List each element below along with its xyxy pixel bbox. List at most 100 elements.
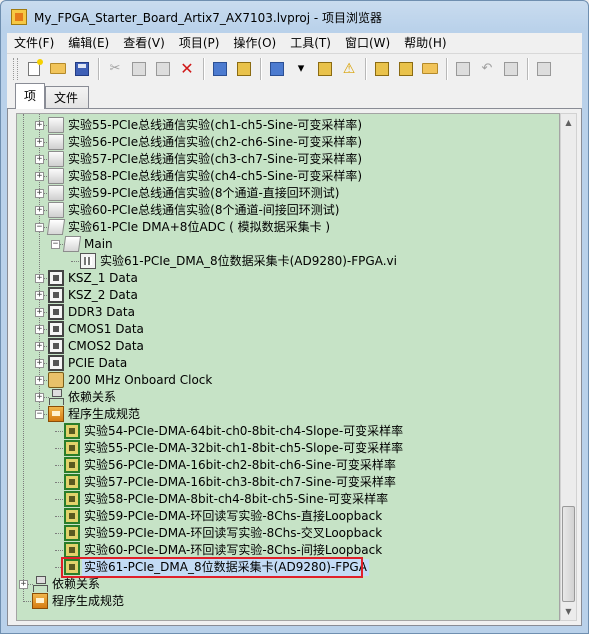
expand-plus-icon[interactable]: + (35, 189, 44, 198)
menu-help[interactable]: 帮助(H) (397, 33, 453, 53)
tree-item-label: 实验55-PCIe-DMA-32bit-ch1-8bit-ch5-Slope-可… (84, 441, 404, 455)
toolbar: ✂ ✕ ▾ ⚠ ↶ (7, 53, 582, 83)
vertical-scrollbar[interactable]: ▲ ▼ (560, 113, 577, 621)
tree-item[interactable]: + DDR3 Data (17, 304, 557, 321)
menu-view[interactable]: 查看(V) (116, 33, 172, 53)
menu-file[interactable]: 文件(F) (7, 33, 61, 53)
menu-window[interactable]: 窗口(W) (338, 33, 397, 53)
tree-item[interactable]: 实验58-PCIe-DMA-8bit-ch4-8bit-ch5-Sine-可变采… (17, 491, 557, 508)
tree-item[interactable]: 实验59-PCIe-DMA-环回读写实验-8Chs-交叉Loopback (17, 525, 557, 542)
chip-icon (48, 287, 64, 303)
open-button[interactable] (48, 59, 68, 79)
collapse-all-button[interactable] (396, 59, 416, 79)
collapse-minus-icon[interactable]: − (51, 240, 60, 249)
add-target-button[interactable] (534, 59, 554, 79)
menu-bar: 文件(F) 编辑(E) 查看(V) 项目(P) 操作(O) 工具(T) 窗口(W… (7, 33, 582, 53)
tree-item[interactable]: 实验59-PCIe-DMA-环回读写实验-8Chs-直接Loopback (17, 508, 557, 525)
tree-item[interactable]: 实验61-PCIe_DMA_8位数据采集卡(AD9280)-FPGA.vi (17, 253, 557, 270)
tree-item-label: KSZ_1 Data (68, 271, 138, 285)
copy-button[interactable] (129, 59, 149, 79)
tree-item[interactable]: − 实验61-PCIe DMA+8位ADC ( 模拟数据采集卡 ) (17, 219, 557, 236)
cut-button[interactable]: ✂ (105, 59, 125, 79)
chip-icon (48, 304, 64, 320)
tree-item[interactable]: 实验55-PCIe-DMA-32bit-ch1-8bit-ch5-Slope-可… (17, 440, 557, 457)
expand-plus-icon[interactable]: + (35, 359, 44, 368)
title-bar[interactable]: My_FPGA_Starter_Board_Artix7_AX7103.lvpr… (1, 1, 588, 33)
new-button[interactable] (24, 58, 44, 79)
bitfile-icon (64, 525, 80, 541)
deploy-button[interactable] (210, 59, 230, 79)
save-all-button[interactable] (72, 59, 92, 79)
expand-plus-icon[interactable]: + (19, 580, 28, 589)
expand-all-button[interactable] (372, 59, 392, 79)
tree-item[interactable]: + 实验55-PCIe总线通信实验(ch1-ch5-Sine-可变采样率) (17, 117, 557, 134)
expand-plus-icon[interactable]: + (35, 206, 44, 215)
folder-icon (48, 168, 64, 184)
tree-item[interactable]: + 实验57-PCIe总线通信实验(ch3-ch7-Sine-可变采样率) (17, 151, 557, 168)
menu-tools[interactable]: 工具(T) (283, 33, 338, 53)
tree-item[interactable]: 实验57-PCIe-DMA-16bit-ch3-8bit-ch7-Sine-可变… (17, 474, 557, 491)
chevron-down-button[interactable]: ▾ (291, 59, 311, 79)
sync-button[interactable] (420, 59, 440, 79)
tree-item[interactable]: 实验54-PCIe-DMA-64bit-ch0-8bit-ch4-Slope-可… (17, 423, 557, 440)
tree-item[interactable]: + 实验59-PCIe总线通信实验(8个通道-直接回环测试) (17, 185, 557, 202)
project-tree[interactable]: + 实验55-PCIe总线通信实验(ch1-ch5-Sine-可变采样率) + 实验5… (16, 113, 560, 621)
tree-item[interactable]: 实验56-PCIe-DMA-16bit-ch2-8bit-ch6-Sine-可变… (17, 457, 557, 474)
expand-plus-icon[interactable]: + (35, 172, 44, 181)
scroll-down-arrow-icon[interactable]: ▼ (561, 603, 576, 620)
tree-item[interactable]: + PCIE Data (17, 355, 557, 372)
tree-item[interactable]: + 实验60-PCIe总线通信实验(8个通道-间接回环测试) (17, 202, 557, 219)
remove-button[interactable] (501, 59, 521, 79)
scrollbar-thumb[interactable] (562, 506, 575, 602)
expand-plus-icon[interactable]: + (35, 393, 44, 402)
menu-edit[interactable]: 编辑(E) (61, 33, 116, 53)
folder-icon (48, 151, 64, 167)
warning-button[interactable]: ⚠ (339, 59, 359, 79)
add-file-icon (456, 61, 470, 76)
properties-icon (318, 61, 332, 76)
folder-icon (48, 202, 64, 218)
expand-plus-icon[interactable]: + (35, 308, 44, 317)
paste-button[interactable] (153, 59, 173, 79)
tree-item[interactable]: + 依赖关系 (17, 389, 557, 406)
tree-item-label: KSZ_2 Data (68, 288, 138, 302)
collapse-minus-icon[interactable]: − (35, 410, 44, 419)
tree-item[interactable]: + KSZ_2 Data (17, 287, 557, 304)
expand-plus-icon[interactable]: + (35, 325, 44, 334)
view-mode-button[interactable] (267, 59, 287, 79)
tree-item[interactable]: 程序生成规范 (17, 593, 557, 610)
build-button[interactable] (234, 59, 254, 79)
list-view-icon (270, 61, 284, 76)
expand-plus-icon[interactable]: + (35, 376, 44, 385)
delete-button[interactable]: ✕ (177, 59, 197, 79)
menu-project[interactable]: 项目(P) (172, 33, 227, 53)
tree-item[interactable]: − Main (17, 236, 557, 253)
expand-plus-icon[interactable]: + (35, 342, 44, 351)
properties-button[interactable] (315, 59, 335, 79)
expand-plus-icon[interactable]: + (35, 291, 44, 300)
expand-plus-icon[interactable]: + (35, 138, 44, 147)
tree-item[interactable]: + 实验58-PCIe总线通信实验(ch4-ch5-Sine-可变采样率) (17, 168, 557, 185)
expand-plus-icon[interactable]: + (35, 274, 44, 283)
undo-button[interactable]: ↶ (477, 59, 497, 79)
tree-item[interactable]: + 实验56-PCIe总线通信实验(ch2-ch6-Sine-可变采样率) (17, 134, 557, 151)
tab-items[interactable]: 项 (15, 83, 45, 109)
tree-item[interactable]: − 程序生成规范 (17, 406, 557, 423)
chip-icon (48, 321, 64, 337)
add-file-button[interactable] (453, 59, 473, 79)
tree-expand-icon (375, 61, 389, 76)
tab-bar: 项 文件 (7, 83, 582, 109)
tree-item[interactable]: + 依赖关系 (17, 576, 557, 593)
tree-item[interactable]: + CMOS1 Data (17, 321, 557, 338)
tab-files[interactable]: 文件 (45, 86, 89, 108)
menu-operate[interactable]: 操作(O) (226, 33, 283, 53)
toolbar-grip[interactable] (13, 57, 18, 80)
collapse-minus-icon[interactable]: − (35, 223, 44, 232)
tree-item[interactable]: + CMOS2 Data (17, 338, 557, 355)
folder-open-icon (46, 219, 66, 235)
expand-plus-icon[interactable]: + (35, 121, 44, 130)
expand-plus-icon[interactable]: + (35, 155, 44, 164)
tree-item[interactable]: + KSZ_1 Data (17, 270, 557, 287)
tree-item[interactable]: +200 MHz Onboard Clock (17, 372, 557, 389)
scroll-up-arrow-icon[interactable]: ▲ (561, 114, 576, 131)
